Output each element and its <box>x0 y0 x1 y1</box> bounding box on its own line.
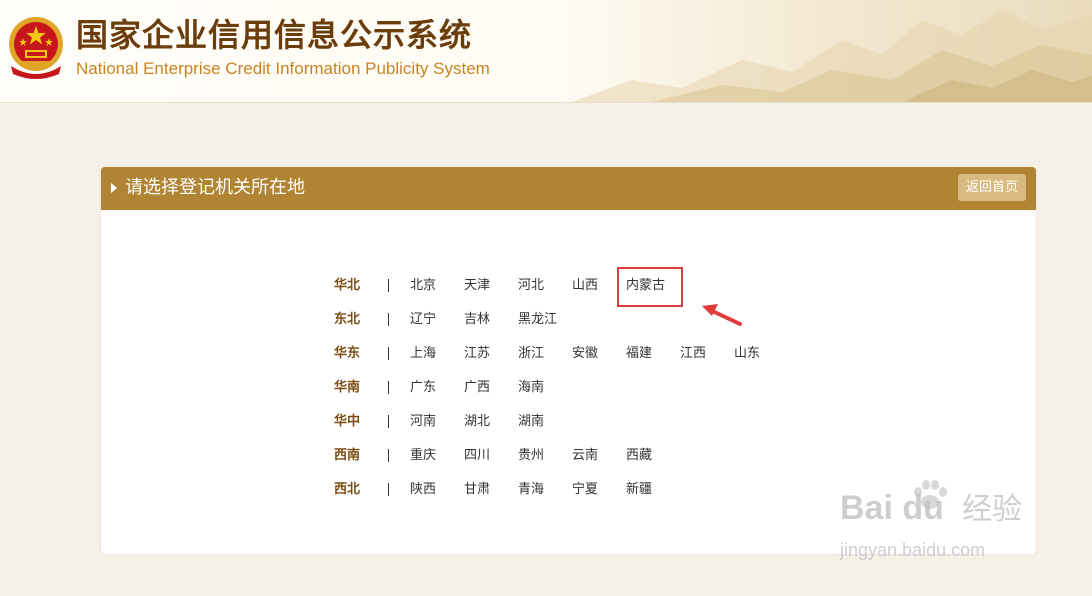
region-label: 东北 <box>334 312 361 327</box>
divider <box>388 313 389 326</box>
province-link[interactable]: 辽宁 <box>410 311 436 329</box>
watermark-url: jingyan.baidu.com <box>840 540 986 560</box>
panel-header: 请选择登记机关所在地 返回首页 <box>101 167 1036 210</box>
province-link[interactable]: 天津 <box>464 277 490 295</box>
region-label: 华北 <box>334 278 361 293</box>
province-link[interactable]: 广东 <box>410 379 436 397</box>
divider <box>388 381 389 394</box>
province-link[interactable]: 上海 <box>410 345 436 363</box>
watermark-cn: 经验 <box>962 492 1022 527</box>
province-link[interactable]: 浙江 <box>518 345 544 363</box>
region-label: 华南 <box>334 380 361 395</box>
province-link[interactable]: 甘肃 <box>464 481 490 499</box>
province-link[interactable]: 陕西 <box>410 481 436 499</box>
province-link[interactable]: 吉林 <box>464 311 490 329</box>
region-label: 华中 <box>334 414 361 429</box>
province-link[interactable]: 河南 <box>410 413 436 431</box>
region-label: 华东 <box>334 346 361 361</box>
mountain-landscape-illustration <box>572 10 1092 102</box>
province-link[interactable]: 河北 <box>518 277 544 295</box>
province-link[interactable]: 黑龙江 <box>518 311 557 329</box>
province-link[interactable]: 新疆 <box>626 481 652 499</box>
province-link[interactable]: 云南 <box>572 447 598 465</box>
divider <box>388 347 389 360</box>
region-label: 西南 <box>334 448 361 463</box>
province-link[interactable]: 青海 <box>518 481 544 499</box>
divider <box>388 449 389 462</box>
province-link[interactable]: 重庆 <box>410 447 436 465</box>
province-link[interactable]: 广西 <box>464 379 490 397</box>
province-link[interactable]: 贵州 <box>518 447 544 465</box>
caret-right-icon <box>111 183 117 193</box>
baidu-jingyan-watermark: Bai du 经验 jingyan.baidu.com <box>840 478 1040 574</box>
province-link[interactable]: 湖南 <box>518 413 544 431</box>
province-link[interactable]: 江苏 <box>464 345 490 363</box>
province-link[interactable]: 宁夏 <box>572 481 598 499</box>
red-arrow-icon <box>702 304 742 326</box>
province-link[interactable]: 山东 <box>734 345 760 363</box>
province-link[interactable]: 西藏 <box>626 447 652 465</box>
region-label: 西北 <box>334 482 361 497</box>
divider <box>388 415 389 428</box>
province-link[interactable]: 北京 <box>410 277 436 295</box>
back-home-button[interactable]: 返回首页 <box>957 174 1026 201</box>
province-link[interactable]: 湖北 <box>464 413 490 431</box>
site-title-chinese: 国家企业信用信息公示系统 <box>76 16 473 54</box>
annotation-highlight-box <box>617 267 683 307</box>
panel-title: 请选择登记机关所在地 <box>125 177 305 198</box>
site-title-english: National Enterprise Credit Information P… <box>76 59 490 78</box>
divider <box>388 279 389 292</box>
province-link[interactable]: 海南 <box>518 379 544 397</box>
divider <box>388 483 389 496</box>
national-emblem-icon <box>9 17 63 79</box>
watermark-brand: Bai du <box>840 489 944 527</box>
site-header: 国家企业信用信息公示系统 National Enterprise Credit … <box>0 0 1092 103</box>
province-link[interactable]: 四川 <box>464 447 490 465</box>
province-link[interactable]: 山西 <box>572 277 598 295</box>
province-link[interactable]: 安徽 <box>572 345 598 363</box>
province-link[interactable]: 江西 <box>680 345 706 363</box>
province-link[interactable]: 福建 <box>626 345 652 363</box>
